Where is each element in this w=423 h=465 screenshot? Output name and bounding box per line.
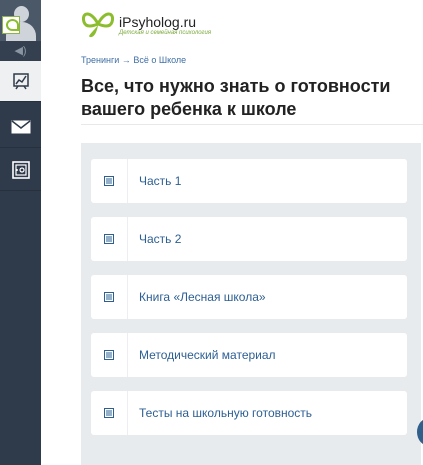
user-avatar[interactable] <box>0 0 41 41</box>
butterfly-logo-icon <box>81 12 115 38</box>
lesson-icon-cell <box>91 159 128 203</box>
title-divider <box>81 124 423 125</box>
breadcrumb: Тренинги → Всё о Школе <box>81 55 186 65</box>
site-tagline: Детская и семейная психология <box>119 30 212 36</box>
breadcrumb-link-trainings[interactable]: Тренинги <box>81 55 119 65</box>
lesson-item[interactable]: Тесты на школьную готовность <box>91 391 407 435</box>
lesson-title: Часть 1 <box>139 174 182 188</box>
mail-icon <box>11 120 30 134</box>
breadcrumb-separator: → <box>121 55 131 65</box>
sidebar-item-trainings[interactable] <box>0 61 41 101</box>
sidebar-item-messages[interactable] <box>0 107 41 147</box>
lesson-item[interactable]: Методический материал <box>91 333 407 377</box>
sidebar: ◀) <box>0 0 41 465</box>
site-logo[interactable] <box>81 10 115 43</box>
lesson-title: Тесты на школьную готовность <box>139 406 313 420</box>
lesson-title: Методический материал <box>139 348 276 362</box>
document-icon <box>104 234 114 244</box>
document-icon <box>104 176 114 186</box>
main-content: iPsyholog.ru Детская и семейная психолог… <box>41 0 423 465</box>
sidebar-divider <box>0 190 41 191</box>
document-icon <box>104 350 114 360</box>
speaker-icon[interactable]: ◀) <box>0 41 41 61</box>
document-icon <box>104 408 114 418</box>
lesson-icon-cell <box>91 275 128 319</box>
lesson-icon-cell <box>91 333 128 377</box>
lesson-item[interactable]: Часть 1 <box>91 159 407 203</box>
sidebar-divider <box>0 147 41 148</box>
lessons-panel: Часть 1 Часть 2 Книга «Лесная школа» Мет… <box>81 143 421 465</box>
document-icon <box>104 292 114 302</box>
lesson-item[interactable]: Книга «Лесная школа» <box>91 275 407 319</box>
lesson-icon-cell <box>91 217 128 261</box>
page-title: Все, что нужно знать о готовности вашего… <box>81 76 391 119</box>
lesson-title: Книга «Лесная школа» <box>139 290 266 304</box>
sidebar-item-safe[interactable] <box>0 150 41 190</box>
lesson-icon-cell <box>91 391 128 435</box>
lesson-item[interactable]: Часть 2 <box>91 217 407 261</box>
chart-icon <box>12 73 29 90</box>
site-mini-logo-icon <box>2 16 20 34</box>
lesson-title: Часть 2 <box>139 232 182 246</box>
safe-icon <box>11 161 30 179</box>
site-name: iPsyholog.ru <box>119 14 197 30</box>
sidebar-divider <box>0 101 41 102</box>
breadcrumb-current[interactable]: Всё о Школе <box>133 55 186 65</box>
